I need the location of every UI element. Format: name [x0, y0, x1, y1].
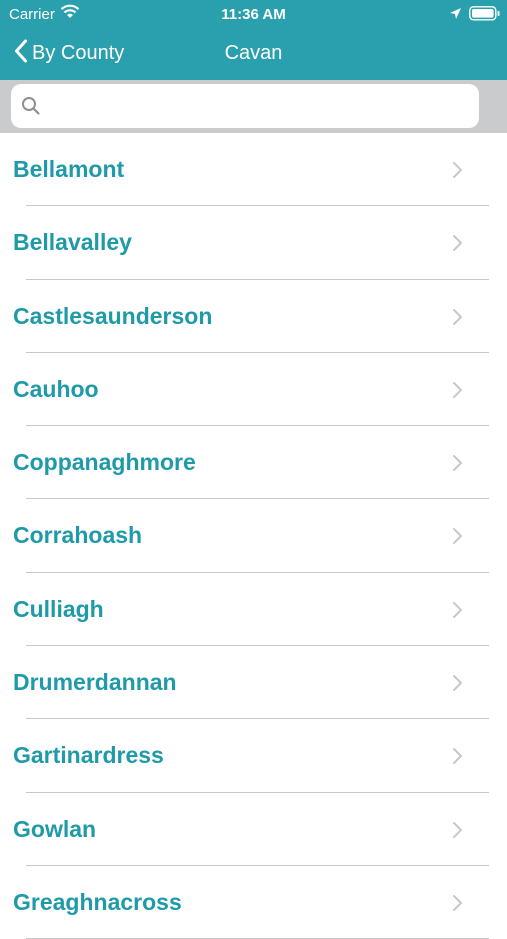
list-item[interactable]: Gartinardress [0, 719, 507, 793]
chevron-right-icon [452, 601, 464, 624]
list-item[interactable]: Greaghnacross [0, 866, 507, 939]
search-icon [21, 96, 41, 121]
list-item[interactable]: Drumerdannan [0, 646, 507, 720]
battery-icon [469, 6, 501, 25]
chevron-right-icon [452, 308, 464, 331]
list-item[interactable]: Culliagh [0, 573, 507, 647]
chevron-right-icon [452, 381, 464, 404]
chevron-right-icon [452, 821, 464, 844]
list-item[interactable]: Bellavalley [0, 206, 507, 280]
search-field[interactable] [11, 84, 479, 130]
chevron-right-icon [452, 161, 464, 184]
search-bar [0, 80, 507, 133]
status-time: 11:36 AM [221, 6, 286, 23]
list-item-label: Bellamont [13, 156, 125, 182]
chevron-right-icon [452, 674, 464, 697]
chevron-right-icon [452, 894, 464, 917]
list-item[interactable]: Castlesaunderson [0, 280, 507, 353]
search-input[interactable] [49, 84, 473, 130]
list-item-label: Culliagh [13, 595, 104, 622]
list-item-label: Drumerdannan [13, 669, 177, 696]
status-bar: Carrier 11:36 AM [0, 0, 507, 28]
page-title: Cavan [224, 42, 283, 64]
list-item-label: Coppanaghmore [13, 449, 196, 476]
list-item[interactable]: Gowlan [0, 793, 507, 866]
list-item[interactable]: Cauhoo [0, 353, 507, 427]
chevron-right-icon [452, 454, 464, 477]
location-arrow-icon [449, 7, 462, 24]
chevron-right-icon [452, 527, 464, 550]
list-item-label: Gartinardress [13, 742, 164, 769]
chevron-right-icon [452, 234, 464, 257]
list-item-label: Greaghnacross [13, 888, 182, 915]
navigation-bar: By County Cavan [0, 30, 507, 76]
list-item-label: Bellavalley [13, 229, 132, 256]
location-list: Bellamont Bellavalley Castlesaunderson C… [0, 133, 507, 939]
chevron-right-icon [452, 747, 464, 770]
list-item-label: Gowlan [13, 815, 97, 842]
list-item-label: Castlesaunderson [13, 302, 213, 329]
list-item[interactable]: Bellamont [0, 133, 507, 207]
header: Carrier 11:36 AM By County Cavan [0, 0, 507, 80]
list-item-label: Corrahoash [13, 522, 143, 549]
list-item[interactable]: Corrahoash [0, 499, 507, 573]
list-item-label: Cauhoo [13, 375, 99, 402]
list-item[interactable]: Coppanaghmore [0, 426, 507, 500]
